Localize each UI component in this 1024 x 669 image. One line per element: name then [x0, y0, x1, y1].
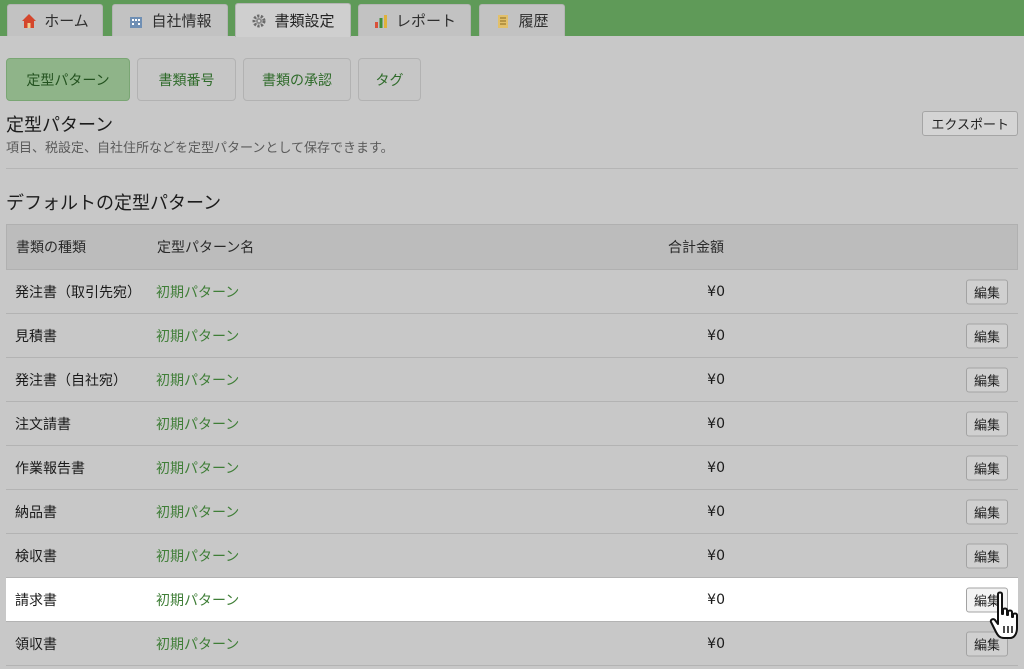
subnav-document-approval[interactable]: 書類の承認 [243, 58, 351, 101]
total-cell: ¥0 [707, 283, 725, 300]
total-cell: ¥0 [707, 371, 725, 388]
company-icon [130, 16, 143, 28]
table-row: 検収書 初期パターン ¥0 編集 [6, 534, 1018, 578]
tab-home-label: ホーム [44, 12, 89, 30]
doc-type-cell: 発注書（取引先宛） [15, 284, 141, 301]
edit-button[interactable]: 編集 [965, 279, 1008, 304]
chart-icon [374, 14, 387, 28]
page-description: 項目、税設定、自社住所などを定型パターンとして保存できます。 [6, 141, 394, 156]
top-tab-bar: ホーム 自社情報 書類設定 レポート 履歴 [0, 0, 1024, 37]
pattern-link[interactable]: 初期パターン [156, 634, 239, 654]
tab-document-settings[interactable]: 書類設定 [235, 3, 351, 37]
pattern-link[interactable]: 初期パターン [156, 590, 239, 610]
subnav-document-number[interactable]: 書類番号 [137, 58, 236, 101]
pattern-link[interactable]: 初期パターン [156, 546, 239, 566]
doc-type-cell: 見積書 [15, 328, 57, 345]
tab-company[interactable]: 自社情報 [112, 4, 228, 36]
table-header: 書類の種類 定型パターン名 合計金額 [6, 224, 1018, 270]
doc-type-cell: 注文請書 [15, 416, 71, 433]
doc-type-cell: 領収書 [15, 636, 57, 653]
pattern-link[interactable]: 初期パターン [156, 502, 239, 522]
table-row: 納品書 初期パターン ¥0 編集 [6, 490, 1018, 534]
total-cell: ¥0 [707, 327, 725, 344]
doc-type-cell: 請求書 [15, 592, 57, 609]
edit-button[interactable]: 編集 [965, 367, 1008, 392]
table-row: 発注書（自社宛） 初期パターン ¥0 編集 [6, 358, 1018, 402]
header-total: 合計金額 [668, 240, 724, 256]
sub-nav: 定型パターン 書類番号 書類の承認 タグ [6, 58, 421, 101]
home-icon [22, 13, 37, 28]
edit-button[interactable]: 編集 [965, 411, 1008, 436]
hand-pointer-icon [989, 591, 1018, 639]
doc-type-cell: 納品書 [15, 504, 57, 521]
doc-type-cell: 検収書 [15, 548, 57, 565]
subnav-tag[interactable]: タグ [358, 58, 421, 101]
pattern-link[interactable]: 初期パターン [156, 414, 239, 434]
tab-report-label: レポート [395, 12, 456, 30]
history-icon [498, 14, 509, 28]
pattern-link[interactable]: 初期パターン [156, 458, 239, 478]
table-row: 発注書（取引先宛） 初期パターン ¥0 編集 [6, 270, 1018, 314]
header-pattern-name: 定型パターン名 [157, 240, 255, 256]
tab-home[interactable]: ホーム [7, 4, 103, 36]
tab-company-label: 自社情報 [151, 12, 212, 30]
subnav-template-pattern[interactable]: 定型パターン [6, 58, 130, 101]
pattern-table: 書類の種類 定型パターン名 合計金額 発注書（取引先宛） 初期パターン ¥0 編… [6, 224, 1018, 666]
table-row: 注文請書 初期パターン ¥0 編集 [6, 402, 1018, 446]
total-cell: ¥0 [707, 503, 725, 520]
table-row: 見積書 初期パターン ¥0 編集 [6, 314, 1018, 358]
default-patterns-title: デフォルトの定型パターン [6, 193, 222, 214]
total-cell: ¥0 [707, 415, 725, 432]
pattern-link[interactable]: 初期パターン [156, 370, 239, 390]
export-button[interactable]: エクスポート [922, 111, 1018, 136]
tab-history-label: 履歴 [518, 12, 549, 30]
edit-button[interactable]: 編集 [965, 543, 1008, 568]
pattern-link[interactable]: 初期パターン [156, 282, 239, 302]
page-title: 定型パターン [6, 115, 114, 136]
header-doc-type: 書類の種類 [16, 240, 86, 256]
total-cell: ¥0 [707, 591, 725, 608]
pattern-link[interactable]: 初期パターン [156, 326, 239, 346]
table-row-highlighted: 請求書 初期パターン ¥0 編集 [6, 578, 1018, 622]
doc-type-cell: 発注書（自社宛） [15, 372, 127, 389]
total-cell: ¥0 [707, 547, 725, 564]
total-cell: ¥0 [707, 635, 725, 652]
tab-document-settings-label: 書類設定 [274, 12, 335, 30]
edit-button[interactable]: 編集 [965, 323, 1008, 348]
table-row: 領収書 初期パターン ¥0 編集 [6, 622, 1018, 666]
doc-type-cell: 作業報告書 [15, 460, 85, 477]
total-cell: ¥0 [707, 459, 725, 476]
section-header: 定型パターン 項目、税設定、自社住所などを定型パターンとして保存できます。 エク… [6, 111, 1018, 169]
table-row: 作業報告書 初期パターン ¥0 編集 [6, 446, 1018, 490]
edit-button[interactable]: 編集 [965, 455, 1008, 480]
tab-history[interactable]: 履歴 [479, 4, 565, 36]
gear-icon [252, 14, 266, 27]
tab-report[interactable]: レポート [358, 4, 471, 36]
edit-button[interactable]: 編集 [965, 499, 1008, 524]
